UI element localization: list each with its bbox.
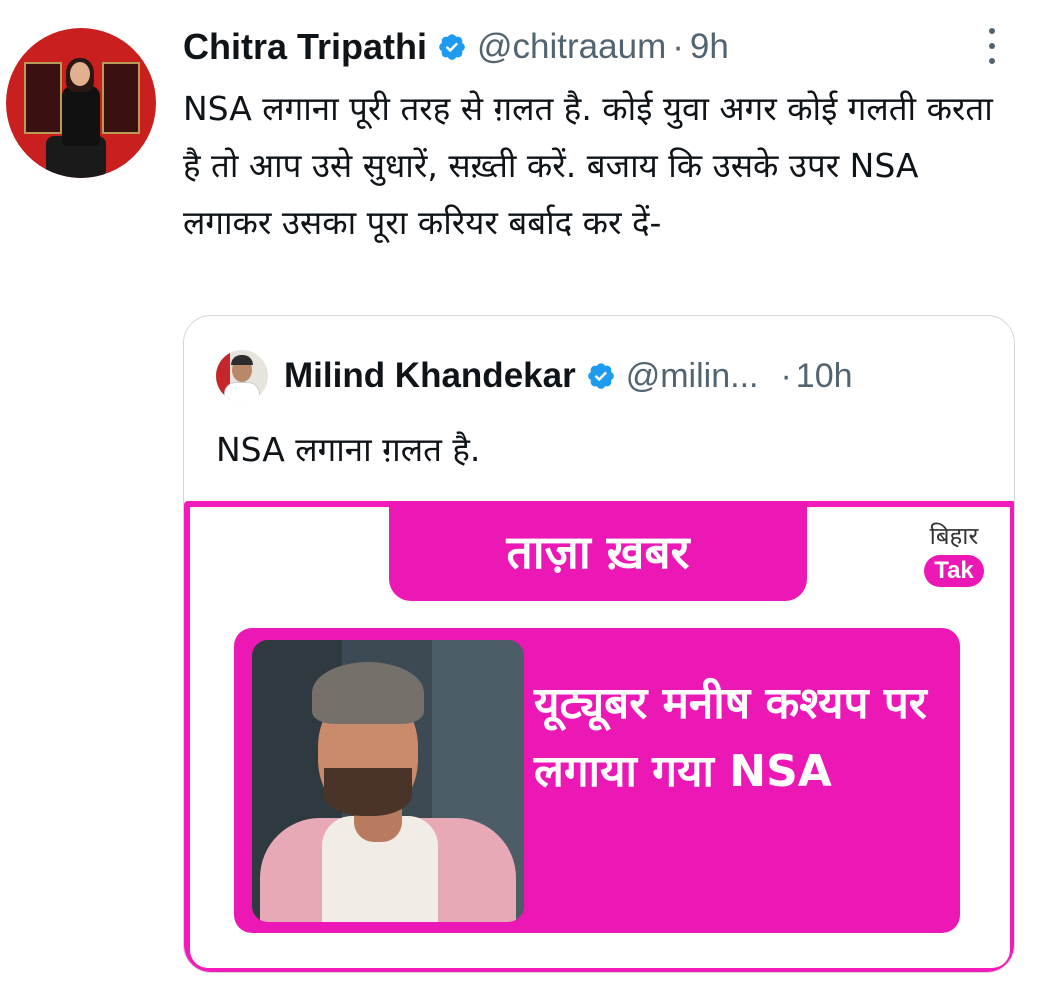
avatar-backdrop-left <box>24 62 62 134</box>
quoted-tweet-text: NSA लगाना ग़लत है. <box>216 430 481 469</box>
media-banner: ताज़ा ख़बर <box>389 501 807 601</box>
quoted-tweet-card[interactable]: Milind Khandekar @milin... · 10h NSA लगा… <box>183 315 1015 973</box>
quoted-header-separator: · <box>780 356 792 395</box>
more-dot <box>989 28 995 34</box>
tweet-header: Chitra Tripathi @chitraaum · 9h <box>183 24 729 70</box>
media-headline: यूट्यूबर मनीष कश्यप पर लगाया गया NSA <box>534 678 927 797</box>
avatar-figure-head <box>70 62 90 86</box>
tweet[interactable]: Chitra Tripathi @chitraaum · 9h NSA लगान… <box>0 0 1048 993</box>
quoted-author-name[interactable]: Milind Khandekar <box>284 356 576 396</box>
avatar-backdrop-right <box>102 62 140 134</box>
quoted-tweet-timestamp[interactable]: 10h <box>796 357 853 396</box>
quoted-avatar-hair <box>231 355 253 365</box>
verified-badge-icon <box>439 34 465 60</box>
quoted-author-avatar[interactable] <box>216 350 268 402</box>
avatar-figure-body <box>62 86 100 146</box>
author-name[interactable]: Chitra Tripathi <box>183 26 427 68</box>
header-separator: · <box>672 27 684 66</box>
tweet-text: NSA लगाना पूरी तरह से ग़लत है. कोई युवा … <box>183 89 993 242</box>
author-handle[interactable]: @chitraaum <box>477 27 666 67</box>
media-news-box: यूट्यूबर मनीष कश्यप पर लगाया गया NSA <box>234 628 960 933</box>
media-person-photo <box>252 640 524 922</box>
logo-bottom-text: Tak <box>924 555 984 587</box>
quoted-tweet-media[interactable]: ताज़ा ख़बर बिहार Tak यूट्यूबर मनीष कश्यप… <box>184 501 1014 972</box>
more-dot <box>989 43 995 49</box>
author-avatar[interactable] <box>6 28 156 178</box>
bihar-tak-logo: बिहार Tak <box>912 521 996 587</box>
quoted-author-handle[interactable]: @milin... <box>626 357 759 396</box>
more-dot <box>989 58 995 64</box>
photo-hair <box>312 662 424 724</box>
photo-beard <box>324 768 412 816</box>
quoted-tweet-header: Milind Khandekar @milin... · 10h <box>216 349 853 403</box>
tweet-timestamp[interactable]: 9h <box>690 27 729 67</box>
more-options-icon[interactable] <box>984 28 1000 64</box>
logo-top-text: बिहार <box>929 522 979 550</box>
verified-badge-icon <box>587 363 614 389</box>
quoted-avatar-shirt <box>224 382 260 402</box>
